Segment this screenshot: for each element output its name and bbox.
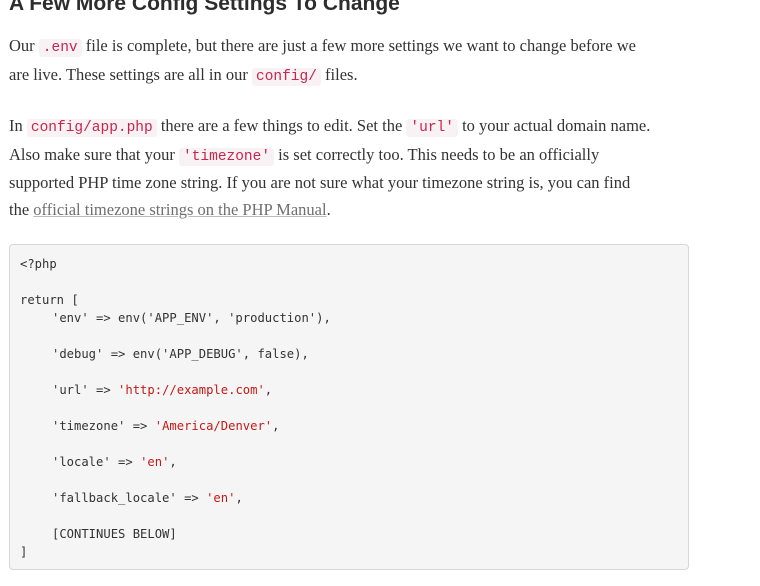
code-line-open-tag: <?php	[20, 257, 57, 271]
code-key: 'locale' =>	[52, 455, 141, 469]
inline-code-config: config/	[252, 67, 321, 86]
code-string: 'http://example.com'	[118, 383, 265, 397]
code-block[interactable]: <?php return [ 'env' => env('APP_ENV', '…	[9, 244, 689, 570]
article: A Few More Config Settings To Change Our…	[0, 0, 760, 586]
text: file is complete, but there are just a f…	[81, 36, 636, 55]
code-punct: ,	[272, 419, 280, 433]
code-line-fallback-locale: 'fallback_locale' => 'en',	[52, 490, 243, 506]
timezone-strings-link[interactable]: official timezone strings on the PHP Man…	[33, 200, 326, 219]
code-punct: ,	[169, 455, 177, 469]
code-string: 'en'	[206, 491, 236, 505]
inline-code-env: .env	[38, 39, 82, 57]
code-punct: ,	[264, 383, 273, 397]
code-line-locale: 'locale' => 'en',	[52, 454, 177, 470]
code-line-debug: 'debug' => env('APP_DEBUG', false),	[52, 347, 309, 361]
text-line: supported PHP time zone string. If you a…	[9, 170, 709, 197]
text: .	[326, 200, 331, 220]
text: the	[9, 200, 34, 220]
text: are live. These settings are all in our	[9, 64, 252, 84]
code-punct: ,	[235, 491, 243, 505]
text: In	[9, 116, 27, 135]
text-line: Also make sure that your 'timezone' is s…	[9, 142, 709, 171]
inline-code-timezone: 'timezone'	[179, 147, 275, 166]
text-line: Our .env file is complete, but there are…	[9, 33, 709, 62]
intro-paragraph: Our .env file is complete, but there are…	[9, 33, 709, 90]
code-line-url: 'url' => 'http://example.com',	[52, 382, 272, 398]
text: supported PHP time zone string. If you a…	[9, 173, 631, 193]
text: there are a few things to edit. Set the	[156, 116, 407, 135]
code-string: 'en'	[140, 455, 170, 469]
code-line-return: return [	[20, 293, 79, 307]
section-heading: A Few More Config Settings To Change	[9, 0, 400, 15]
text-line: In config/app.php there are a few things…	[9, 113, 709, 142]
code-key: 'fallback_locale' =>	[52, 491, 207, 505]
text: files.	[320, 64, 358, 84]
code-key: 'timezone' =>	[52, 419, 155, 433]
inline-code-url: 'url'	[406, 119, 458, 137]
text: to your actual domain name.	[457, 116, 651, 135]
config-paragraph: In config/app.php there are a few things…	[9, 113, 709, 224]
code-line-timezone: 'timezone' => 'America/Denver',	[52, 418, 279, 434]
text-line: the official timezone strings on the PHP…	[9, 197, 709, 224]
inline-code-app-php: config/app.php	[26, 119, 157, 137]
code-line-continues: [CONTINUES BELOW]	[52, 527, 177, 541]
code-key: 'url' =>	[52, 383, 119, 397]
code-line-env: 'env' => env('APP_ENV', 'production'),	[52, 311, 331, 325]
code-string: 'America/Denver'	[154, 419, 273, 433]
text: Also make sure that your	[9, 144, 180, 164]
text-line: are live. These settings are all in our …	[9, 62, 709, 91]
code-line-close: ]	[20, 545, 28, 559]
text: is set correctly too. This needs to be a…	[274, 144, 600, 164]
text: Our	[9, 36, 39, 55]
